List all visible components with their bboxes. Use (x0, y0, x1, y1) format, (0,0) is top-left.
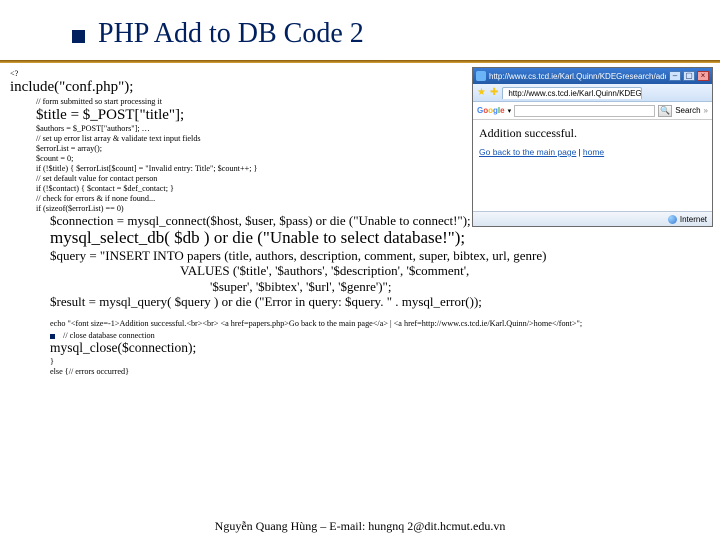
code-line: mysql_close($connection); (10, 341, 712, 356)
slide-footer: Nguyễn Quang Hùng – E-mail: hungnq 2@dit… (0, 519, 720, 534)
close-button[interactable]: × (697, 71, 709, 81)
slide-header: PHP Add to DB Code 2 (0, 0, 720, 54)
browser-statusbar: Internet (473, 211, 712, 226)
code-line: } (10, 357, 712, 366)
browser-tab[interactable]: http://www.cs.tcd.ie/Karl.Quinn/KDEGrese… (502, 87, 642, 99)
code-line: else {// errors occurred} (10, 367, 712, 376)
code-line: echo "<font size=-1>Addition successful.… (10, 319, 712, 328)
window-buttons: – ▢ × (669, 71, 709, 81)
code-line: $result = mysql_query( $query ) or die (… (10, 295, 712, 309)
google-toolbar: Google ▾ 🔍 Search » (473, 102, 712, 120)
google-search-input[interactable] (514, 105, 655, 117)
google-search-button[interactable]: 🔍 (658, 105, 672, 117)
slide-title: PHP Add to DB Code 2 (98, 18, 364, 49)
ie-icon (476, 71, 486, 81)
maximize-button[interactable]: ▢ (683, 71, 695, 81)
code-line: mysql_select_db( $db ) or die ("Unable t… (10, 229, 712, 248)
internet-zone-label: Internet (680, 215, 707, 224)
favorites-icon[interactable]: ★ (477, 87, 486, 98)
home-link[interactable]: home (583, 147, 604, 157)
minimize-button[interactable]: – (669, 71, 681, 81)
browser-window: http://www.cs.tcd.ie/Karl.Quinn/KDEGrese… (472, 67, 713, 227)
title-bullet (72, 30, 85, 43)
internet-zone-icon (668, 215, 677, 224)
code-line: $query = "INSERT INTO papers (title, aut… (10, 249, 712, 263)
code-line: VALUES ('$title', '$authors', '$descript… (10, 264, 712, 278)
title-underline (0, 60, 720, 63)
add-favorite-icon[interactable]: ✚ (490, 87, 498, 98)
google-search-label: Search (675, 106, 700, 115)
browser-url: http://www.cs.tcd.ie/Karl.Quinn/KDEGrese… (489, 72, 666, 81)
browser-content: Addition successful. Go back to the main… (473, 120, 712, 211)
bullet-icon (50, 334, 55, 339)
result-heading: Addition successful. (479, 126, 706, 141)
browser-titlebar: http://www.cs.tcd.ie/Karl.Quinn/KDEGrese… (473, 68, 712, 84)
code-comment: // close database connection (63, 331, 155, 340)
google-logo: Google (477, 106, 505, 115)
browser-toolbar: ★ ✚ http://www.cs.tcd.ie/Karl.Quinn/KDEG… (473, 84, 712, 102)
back-link[interactable]: Go back to the main page (479, 147, 576, 157)
code-line: '$super', '$bibtex', '$url', '$genre')"; (10, 280, 712, 294)
